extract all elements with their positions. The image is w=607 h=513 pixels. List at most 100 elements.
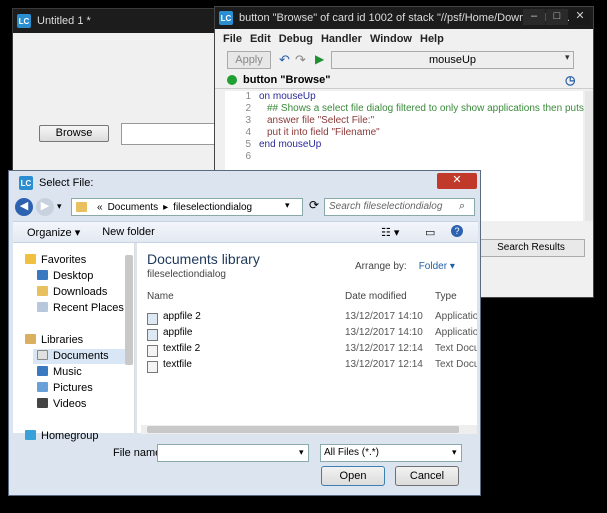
minimize-icon[interactable]: –	[523, 9, 545, 25]
apply-button[interactable]: Apply	[227, 51, 271, 69]
clock-icon[interactable]: ◷	[565, 73, 575, 87]
script-object-label: button "Browse"	[243, 73, 331, 86]
menu-handler[interactable]: Handler	[321, 33, 362, 45]
nav-downloads[interactable]: Downloads	[37, 285, 107, 300]
file-name: textfile	[163, 359, 192, 370]
nav-videos[interactable]: Videos	[37, 397, 86, 412]
code-line: answer file "Select File:"	[267, 115, 375, 126]
chevron-down-icon[interactable]: ▾	[299, 447, 304, 458]
nav-scrollbar[interactable]	[125, 255, 133, 365]
nav-label: Homegroup	[41, 430, 99, 442]
column-header-type[interactable]: Type	[435, 291, 457, 302]
nav-homegroup[interactable]: Homegroup	[25, 429, 98, 444]
nav-label: Libraries	[41, 334, 84, 346]
nav-label: Music	[53, 366, 82, 378]
nav-label: Desktop	[53, 270, 94, 282]
code-scrollbar[interactable]	[585, 91, 593, 221]
search-icon[interactable]: ⌕	[459, 200, 465, 213]
file-row[interactable]: appfile 13/12/2017 14:10 Applicatio	[147, 325, 477, 341]
menu-file[interactable]: File	[223, 33, 242, 45]
file-type: Applicatio	[435, 327, 477, 338]
address-bar[interactable]: « Documents ▸ fileselectiondialog	[71, 198, 303, 216]
file-date: 13/12/2017 12:14	[345, 359, 423, 370]
chevron-down-icon[interactable]: ▾	[285, 200, 290, 211]
run-icon[interactable]: ▶	[315, 52, 324, 66]
arrange-by-select[interactable]: Folder ▾	[419, 261, 455, 272]
file-date: 13/12/2017 14:10	[345, 311, 423, 322]
untitled-title-bar[interactable]: LC Untitled 1 *	[13, 9, 221, 33]
nav-libraries[interactable]: Libraries	[25, 333, 83, 348]
tab-search-results[interactable]: Search Results	[477, 239, 585, 257]
star-icon	[25, 254, 36, 264]
menu-debug[interactable]: Debug	[279, 33, 313, 45]
view-options-icon[interactable]: ☷ ▾	[381, 226, 399, 239]
cancel-button[interactable]: Cancel	[395, 466, 459, 486]
undo-icon[interactable]: ↶	[279, 52, 290, 68]
menu-bar: File Edit Debug Handler Window Help	[215, 29, 593, 49]
desktop-icon	[37, 270, 48, 280]
chevron-down-icon[interactable]: ▾	[565, 52, 570, 63]
chevron-right-icon: ▸	[163, 201, 169, 213]
line-number: 1	[245, 91, 251, 102]
code-line: on mouseUp	[259, 91, 316, 102]
file-type-filter[interactable]: All Files (*.*)	[320, 444, 462, 462]
chevron-down-icon[interactable]: ▾	[57, 201, 62, 212]
horizontal-scrollbar[interactable]	[141, 425, 477, 434]
handler-select[interactable]: mouseUp	[331, 51, 574, 69]
homegroup-icon	[25, 430, 36, 440]
file-row[interactable]: appfile 2 13/12/2017 14:10 Applicatio	[147, 309, 477, 325]
open-button[interactable]: Open	[321, 466, 385, 486]
libraries-icon	[25, 334, 36, 344]
file-type: Text Docu	[435, 359, 477, 370]
menu-help[interactable]: Help	[420, 33, 444, 45]
file-name: appfile	[163, 327, 193, 338]
library-subtitle: fileselectiondialog	[147, 269, 226, 280]
documents-icon	[37, 350, 48, 360]
line-number: 2	[245, 103, 251, 114]
recent-places-icon	[37, 302, 48, 312]
browse-button[interactable]: Browse	[39, 125, 109, 142]
nav-documents[interactable]: Documents	[33, 349, 127, 364]
code-line: ## Shows a select file dialog filtered t…	[267, 103, 590, 114]
livecode-app-icon: LC	[19, 176, 33, 190]
nav-label: Pictures	[53, 382, 93, 394]
preview-pane-icon[interactable]: ▭	[425, 226, 435, 239]
redo-icon[interactable]: ↷	[295, 52, 306, 68]
search-input[interactable]: Search fileselectiondialog	[324, 198, 475, 216]
new-folder-button[interactable]: New folder	[102, 226, 155, 238]
file-list-pane: Documents library fileselectiondialog Ar…	[137, 243, 477, 433]
organize-button[interactable]: Organize ▾	[27, 226, 80, 239]
file-name-input[interactable]	[157, 444, 309, 462]
nav-favorites[interactable]: Favorites	[25, 253, 86, 268]
nav-desktop[interactable]: Desktop	[37, 269, 93, 284]
dialog-title-bar[interactable]: LC Select File:	[9, 171, 480, 195]
nav-recent-places[interactable]: Recent Places	[37, 301, 124, 316]
dialog-title: Select File:	[39, 177, 94, 189]
breadcrumb-fileselectiondialog[interactable]: fileselectiondialog	[173, 202, 252, 213]
file-name: appfile 2	[163, 311, 201, 322]
window-controls: – □ ✕	[523, 9, 591, 25]
help-icon[interactable]: ?	[451, 225, 463, 237]
nav-music[interactable]: Music	[37, 365, 82, 380]
forward-icon[interactable]: ▶	[36, 198, 54, 216]
column-header-date[interactable]: Date modified	[345, 291, 407, 302]
breadcrumb-documents[interactable]: Documents	[108, 202, 159, 213]
refresh-icon[interactable]: ⟳	[306, 198, 322, 216]
back-icon[interactable]: ◀	[15, 198, 33, 216]
menu-edit[interactable]: Edit	[250, 33, 271, 45]
close-icon[interactable]: ✕	[437, 173, 477, 189]
scrollbar-thumb[interactable]	[147, 426, 459, 433]
command-bar: Organize ▾ New folder	[13, 221, 478, 243]
menu-window[interactable]: Window	[370, 33, 412, 45]
maximize-icon[interactable]: □	[546, 9, 568, 25]
column-header-name[interactable]: Name	[147, 291, 174, 302]
close-icon[interactable]: ✕	[569, 9, 591, 25]
editor-toolbar: Apply ↶ ↷ ▶ mouseUp ▾	[215, 49, 593, 71]
nav-pictures[interactable]: Pictures	[37, 381, 93, 396]
file-row[interactable]: textfile 13/12/2017 12:14 Text Docu	[147, 357, 477, 373]
file-row[interactable]: textfile 2 13/12/2017 12:14 Text Docu	[147, 341, 477, 357]
nav-label: Recent Places	[53, 302, 124, 314]
arrange-by: Arrange by: Folder ▾	[355, 261, 455, 272]
chevron-down-icon[interactable]: ▾	[452, 447, 457, 458]
music-icon	[37, 366, 48, 376]
